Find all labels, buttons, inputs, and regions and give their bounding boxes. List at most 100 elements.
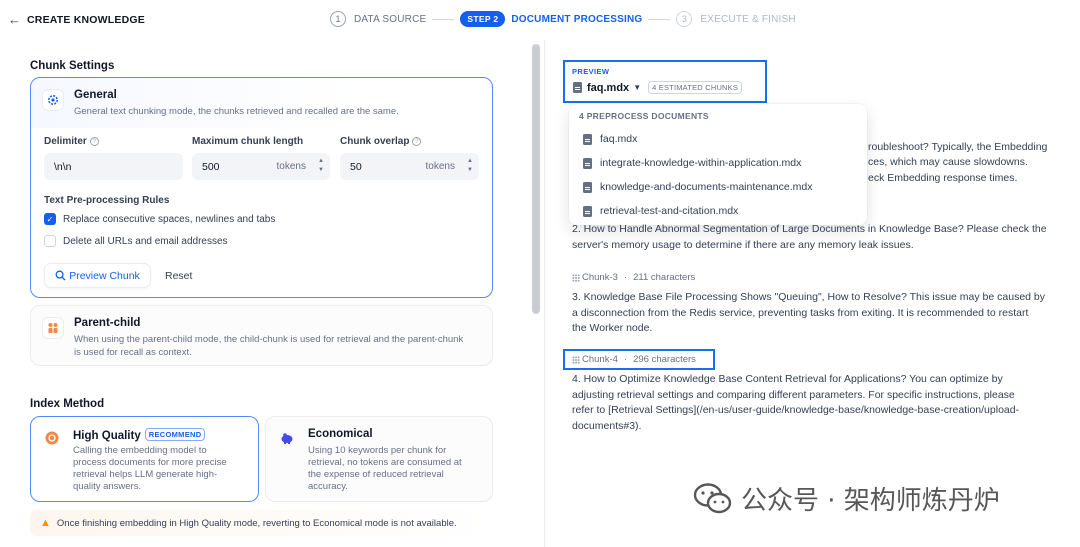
chunk-4-text: 4. How to Optimize Knowledge Base Conten…: [572, 372, 1074, 434]
help-icon[interactable]: ?: [89, 137, 99, 146]
chunk-char-count: 296 characters: [633, 354, 696, 365]
delimiter-input[interactable]: \n\n: [44, 153, 183, 180]
parent-child-desc-line: When using the parent-child mode, the ch…: [74, 334, 464, 345]
eco-desc-line: accuracy.: [308, 481, 348, 492]
max-chunk-length-label: Maximum chunk length: [192, 136, 304, 147]
step-connector: [648, 18, 671, 20]
step-connector: [432, 18, 455, 20]
dropdown-item[interactable]: retrieval-test-and-citation.mdx: [583, 205, 738, 217]
document-icon: [583, 205, 592, 217]
chunk-overlap-label: Chunk overlap?: [340, 136, 422, 147]
general-desc: General text chunking mode, the chunks r…: [74, 106, 399, 117]
stepper-arrows-icon[interactable]: ▲ ▼: [318, 157, 324, 175]
step-number: 3: [676, 11, 693, 27]
preview-chunk-button[interactable]: Preview Chunk: [44, 263, 151, 288]
text-line: 3. Knowledge Base File Processing Shows …: [572, 291, 1046, 303]
max-chunk-length-value: 500: [202, 161, 220, 173]
chunk-name: Chunk-4: [582, 354, 618, 365]
piggy-bank-icon: [276, 427, 298, 449]
gear-icon: [42, 89, 64, 111]
dropdown-item-label: faq.mdx: [600, 133, 638, 145]
rule-label: Replace consecutive spaces, newlines and…: [63, 213, 276, 225]
general-mode-card[interactable]: General General text chunking mode, the …: [30, 77, 493, 298]
help-icon[interactable]: ?: [412, 137, 422, 146]
step-execute-finish: 3 EXECUTE & FINISH: [676, 11, 796, 27]
text-line: refer to [Retrieval Settings](/en-us/use…: [572, 404, 1020, 416]
text-line: 2. How to Handle Abnormal Segmentation o…: [572, 223, 1047, 235]
chunk-char-count: 211 characters: [633, 272, 696, 283]
separator: ·: [623, 354, 628, 365]
step-label: EXECUTE & FINISH: [700, 13, 796, 25]
economical-title: Economical: [308, 428, 373, 440]
dropdown-item-label: integrate-knowledge-within-application.m…: [600, 157, 802, 169]
text-line: server's memory usage to determine if th…: [572, 238, 914, 251]
text-line: documents#3).: [572, 419, 642, 432]
delimiter-label: Delimiter?: [44, 136, 99, 147]
chunk-name: Chunk-3: [582, 272, 618, 283]
hq-desc-line: quality answers.: [73, 481, 142, 492]
step-data-source[interactable]: 1 DATA SOURCE: [330, 11, 426, 27]
checkbox-checked[interactable]: ✓: [44, 213, 56, 225]
search-icon: [55, 270, 66, 281]
stepper-arrows-icon[interactable]: ▲ ▼: [467, 157, 473, 175]
step-document-processing: STEP 2 DOCUMENT PROCESSING: [460, 11, 642, 27]
chevron-down-icon[interactable]: ▼: [633, 83, 641, 92]
document-dropdown: 4 PREPROCESS DOCUMENTS faq.mdx integrate…: [569, 104, 867, 225]
economical-card[interactable]: Economical Using 10 keywords per chunk f…: [265, 416, 493, 502]
chunk-1-text-line: ces, which may cause slowdowns.: [868, 156, 1028, 168]
dropdown-item[interactable]: faq.mdx: [583, 133, 637, 145]
step-label: DOCUMENT PROCESSING: [511, 13, 643, 25]
warning-text: Once finishing embedding in High Quality…: [56, 517, 457, 529]
estimated-chunks-badge: 4 ESTIMATED CHUNKS: [648, 81, 743, 94]
panel-divider: [544, 40, 545, 547]
chunk-1-text-line: eck Embedding response times.: [868, 172, 1018, 184]
rule-delete-urls[interactable]: Delete all URLs and email addresses: [44, 235, 228, 247]
delimiter-value: \n\n: [54, 161, 72, 173]
warning-icon: ▲: [40, 517, 51, 529]
document-icon: [583, 181, 592, 193]
preview-label: PREVIEW: [572, 67, 610, 76]
stepper: 1 DATA SOURCE STEP 2 DOCUMENT PROCESSING…: [330, 11, 796, 27]
document-icon: [583, 157, 592, 169]
preview-header: PREVIEW faq.mdx ▼ 4 ESTIMATED CHUNKS: [563, 60, 767, 103]
general-card-header: [31, 78, 491, 128]
parent-child-mode-card[interactable]: Parent-child When using the parent-child…: [30, 305, 493, 366]
grid-dots-icon: [572, 273, 580, 282]
index-method-title: Index Method: [30, 398, 105, 410]
page-title: CREATE KNOWLEDGE: [27, 14, 145, 26]
unit-label: tokens: [276, 161, 306, 172]
parent-child-icon: [42, 317, 64, 339]
chunk-1-text-line: roubleshoot? Typically, the Embedding: [868, 141, 1048, 153]
general-title: General: [74, 89, 117, 101]
file-selector[interactable]: faq.mdx ▼ 4 ESTIMATED CHUNKS: [573, 81, 743, 94]
rule-replace-spaces[interactable]: ✓ Replace consecutive spaces, newlines a…: [44, 213, 275, 225]
top-bar: ← CREATE KNOWLEDGE 1 DATA SOURCE STEP 2 …: [0, 0, 1080, 40]
text-line: 4. How to Optimize Knowledge Base Conten…: [572, 373, 1003, 385]
document-icon: [573, 82, 582, 93]
high-quality-card[interactable]: High Quality RECOMMEND Calling the embedd…: [30, 416, 259, 502]
text-line: the Worker node.: [572, 322, 653, 334]
current-step-badge: STEP 2: [460, 11, 506, 27]
chunk-overlap-input[interactable]: 50 tokens ▲ ▼: [340, 153, 479, 180]
scrollbar-thumb[interactable]: [532, 44, 540, 314]
text-line: adjusting retrieval settings and compari…: [572, 388, 1015, 401]
preview-chunk-label: Preview Chunk: [69, 269, 140, 282]
dropdown-item[interactable]: integrate-knowledge-within-application.m…: [583, 157, 801, 169]
preprocessing-rules-title: Text Pre-processing Rules: [44, 195, 170, 206]
watermark-text: 公众号 · 架构师炼丹炉: [741, 486, 1000, 516]
parent-child-title: Parent-child: [74, 317, 141, 329]
dropdown-item-label: retrieval-test-and-citation.mdx: [600, 205, 739, 217]
chunk-3-text: 3. Knowledge Base File Processing Shows …: [572, 290, 1074, 337]
chunk-settings-title: Chunk Settings: [30, 60, 115, 72]
dropdown-title: 4 PREPROCESS DOCUMENTS: [579, 111, 709, 121]
checkbox-unchecked[interactable]: [44, 235, 56, 247]
reset-button[interactable]: Reset: [165, 263, 192, 288]
recommend-badge: RECOMMEND: [144, 428, 206, 441]
warning-banner: ▲ Once finishing embedding in High Quali…: [30, 510, 493, 536]
watermark: 公众号 · 架构师炼丹炉: [693, 480, 1000, 517]
max-chunk-length-input[interactable]: 500 tokens ▲ ▼: [192, 153, 330, 180]
back-arrow-icon[interactable]: ←: [8, 12, 21, 27]
dropdown-item[interactable]: knowledge-and-documents-maintenance.mdx: [583, 181, 812, 193]
rule-label: Delete all URLs and email addresses: [63, 235, 228, 247]
dropdown-item-label: knowledge-and-documents-maintenance.mdx: [600, 181, 813, 193]
